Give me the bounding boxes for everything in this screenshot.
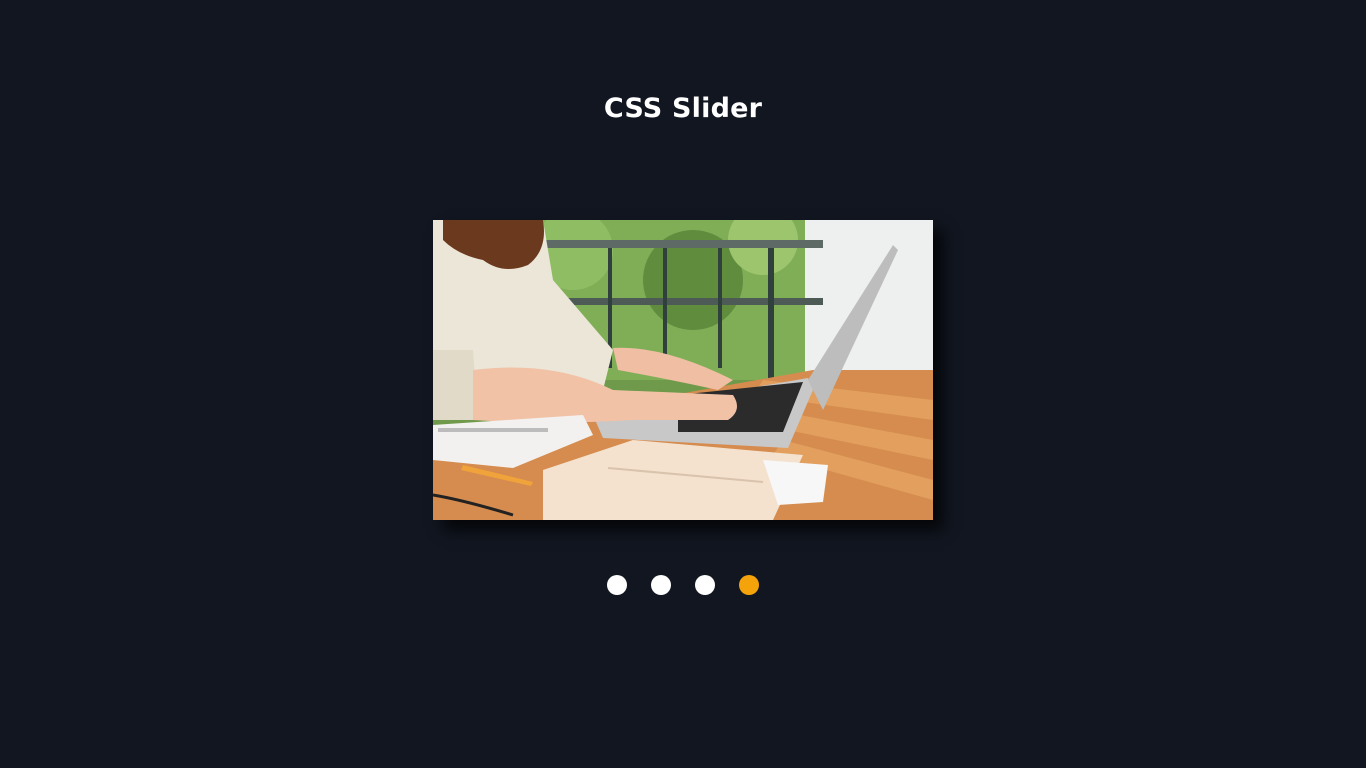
slide-dot-2[interactable] <box>651 575 671 595</box>
page-title: CSS Slider <box>603 93 763 124</box>
slider-pagination <box>607 575 759 595</box>
page: CSS Slider <box>0 0 1366 768</box>
image-slider <box>433 220 933 520</box>
slide-dot-3[interactable] <box>695 575 715 595</box>
slide-dot-1[interactable] <box>607 575 627 595</box>
slide-dot-4[interactable] <box>739 575 759 595</box>
slide-image <box>433 220 933 520</box>
